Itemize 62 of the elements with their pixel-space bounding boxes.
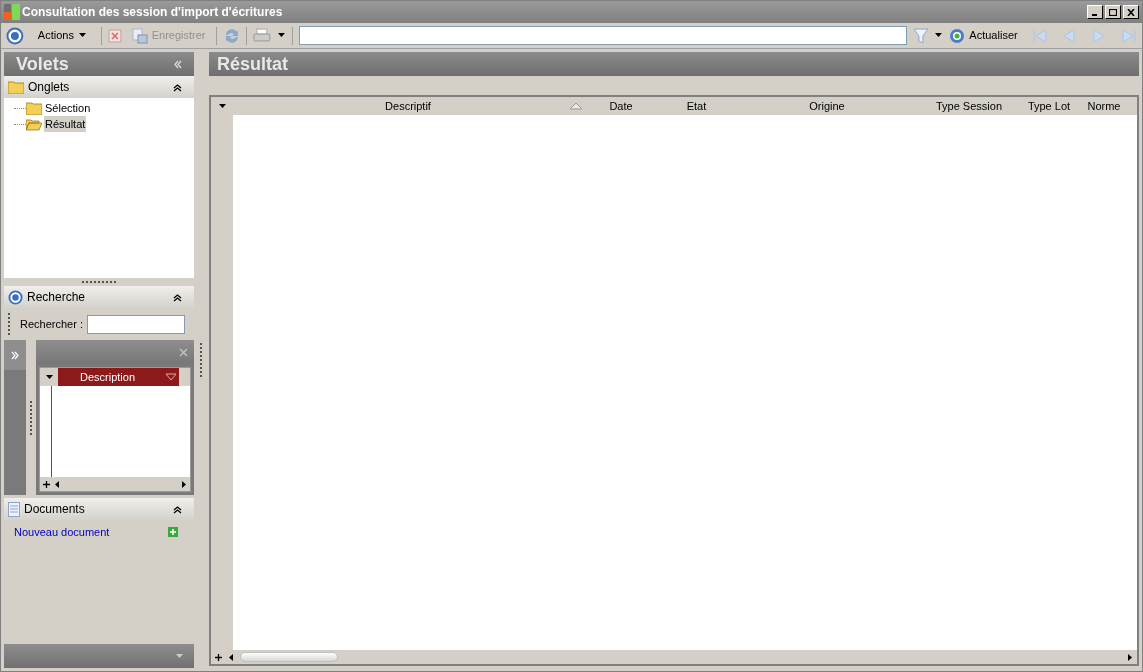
- close-button[interactable]: [1123, 5, 1139, 19]
- folder-icon: [8, 80, 24, 94]
- save-icon: [131, 27, 148, 44]
- refresh-icon: [949, 27, 966, 44]
- add-icon[interactable]: [214, 652, 223, 662]
- expand-button[interactable]: [4, 340, 26, 370]
- close-icon: [1127, 8, 1135, 16]
- app-logo-icon: [4, 4, 20, 20]
- collapse-icon[interactable]: [173, 504, 182, 514]
- expand-icon: [10, 350, 20, 360]
- search-label: Rechercher :: [20, 316, 83, 332]
- column-header[interactable]: Description: [58, 368, 179, 386]
- refresh-button[interactable]: Actualiser: [949, 27, 1018, 44]
- dropdown-icon[interactable]: [44, 372, 54, 382]
- search-field[interactable]: [299, 26, 907, 45]
- horizontal-scrollbar[interactable]: [40, 477, 190, 491]
- search-input[interactable]: [87, 314, 185, 334]
- scroll-left-icon[interactable]: [227, 652, 236, 662]
- column-header[interactable]: Etat: [659, 97, 734, 115]
- collapse-icon[interactable]: [173, 82, 182, 92]
- dropdown-icon[interactable]: [217, 101, 227, 111]
- open-folder-icon: [26, 117, 42, 131]
- section-title: Onglets: [28, 79, 70, 96]
- tree-item[interactable]: Résultat: [44, 115, 87, 133]
- folder-icon: [26, 101, 42, 115]
- panes-title: Volets: [16, 52, 69, 76]
- sort-indicator-icon: [569, 102, 583, 110]
- caret-icon[interactable]: [277, 31, 287, 40]
- caret-icon[interactable]: [934, 31, 944, 40]
- section-header[interactable]: Onglets: [4, 76, 194, 98]
- minimize-button[interactable]: [1087, 5, 1103, 19]
- target-icon: [8, 289, 23, 305]
- actions-menu-button[interactable]: Actions: [29, 27, 95, 44]
- section-header[interactable]: Documents: [4, 498, 194, 520]
- maximize-button[interactable]: [1105, 5, 1121, 19]
- document-icon: [8, 501, 20, 517]
- window-title: Consultation des session d'import d'écritures: [22, 4, 283, 21]
- maximize-icon: [1109, 8, 1117, 16]
- delete-icon[interactable]: [107, 28, 122, 43]
- section-header[interactable]: Recherche: [4, 286, 194, 308]
- scroll-left-icon[interactable]: [53, 479, 62, 489]
- horizontal-scrollbar[interactable]: [211, 650, 1137, 664]
- scroll-thumb[interactable]: [240, 652, 338, 662]
- tree-item[interactable]: Sélection: [44, 99, 92, 117]
- collapse-panes-icon[interactable]: [173, 59, 182, 69]
- section-title: Recherche: [27, 289, 86, 306]
- column-header[interactable]: Date: [583, 97, 659, 115]
- column-header[interactable]: Type Lot: [1018, 97, 1080, 115]
- section-title: Documents: [24, 501, 85, 518]
- caret-icon: [77, 31, 87, 40]
- column-header[interactable]: Norme: [1080, 97, 1128, 115]
- collapse-icon[interactable]: [173, 292, 182, 302]
- column-header[interactable]: Descriptif: [233, 97, 583, 115]
- new-document-link[interactable]: Nouveau document: [14, 523, 110, 541]
- scroll-right-icon[interactable]: [1125, 652, 1134, 662]
- add-icon[interactable]: [42, 479, 51, 489]
- filter-triangle-icon: [165, 373, 177, 381]
- column-header[interactable]: Origine: [734, 97, 920, 115]
- result-title: Résultat: [217, 52, 288, 76]
- target-icon[interactable]: [6, 26, 24, 45]
- column-header[interactable]: Type Session: [920, 97, 1018, 115]
- scroll-right-icon[interactable]: [179, 479, 188, 489]
